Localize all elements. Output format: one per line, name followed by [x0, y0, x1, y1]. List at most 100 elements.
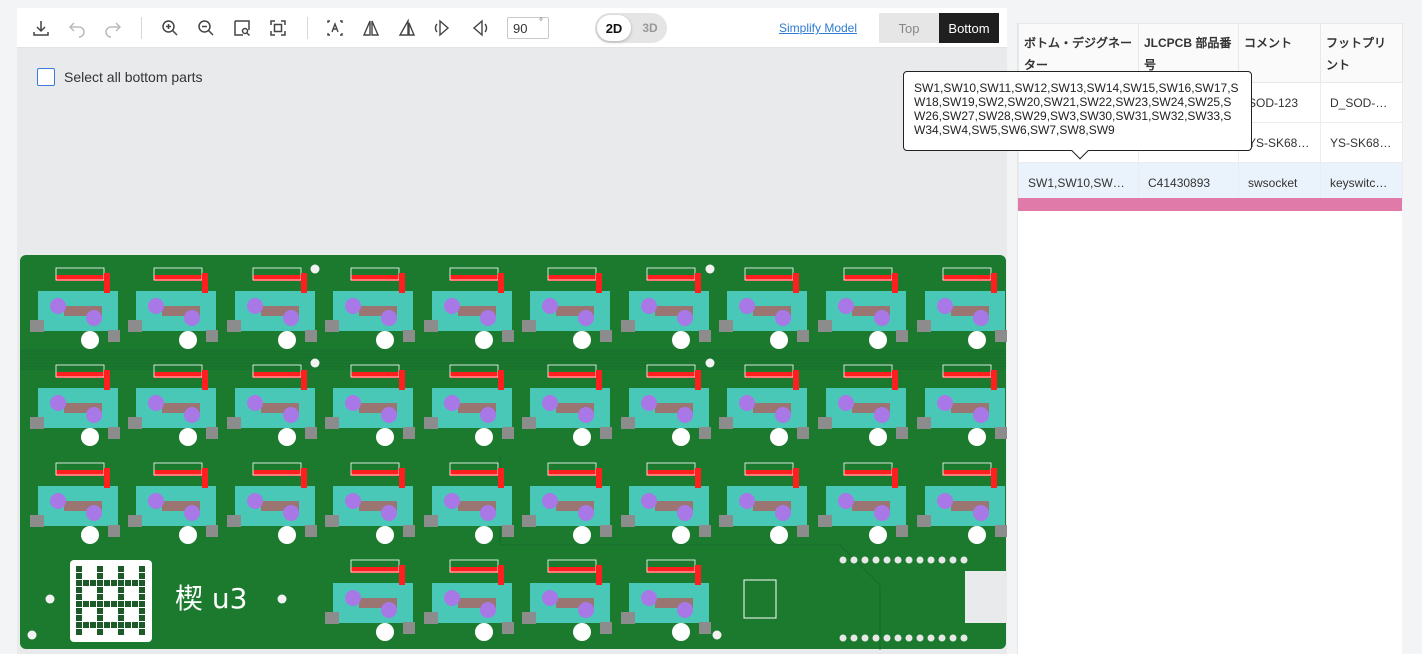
header-pin — [938, 634, 946, 642]
switch-hole — [247, 298, 263, 314]
select-all-checkbox[interactable] — [37, 68, 55, 86]
switch-hole — [874, 407, 890, 423]
switch-mount-hole — [179, 428, 197, 446]
switch-pad — [206, 427, 218, 439]
header-pin — [839, 556, 847, 564]
header-pin — [927, 556, 935, 564]
header-pin — [850, 634, 858, 642]
toolbar-divider — [141, 17, 142, 39]
header-pin — [883, 634, 891, 642]
select-all-bottom[interactable]: Select all bottom parts — [37, 68, 203, 86]
mounting-hole — [45, 594, 55, 604]
mounting-hole — [27, 630, 37, 640]
switch-pad — [108, 525, 120, 537]
text-toggle-icon[interactable] — [323, 16, 347, 40]
switch-hole — [739, 493, 755, 509]
switch-hole — [283, 407, 299, 423]
switch-hole — [641, 298, 657, 314]
switch-hole — [937, 298, 953, 314]
qr-module — [104, 601, 110, 607]
switch-hole — [480, 310, 496, 326]
qr-module — [76, 587, 82, 593]
switch-pad — [621, 515, 635, 527]
side-top-button[interactable]: Top — [879, 13, 939, 43]
switch-marker — [301, 370, 307, 390]
rotate-left-icon[interactable] — [431, 16, 455, 40]
view-mode-toggle[interactable]: 2D 3D — [595, 13, 667, 43]
switch-pad — [502, 525, 514, 537]
switch-hole — [381, 602, 397, 618]
switch-marker — [301, 468, 307, 488]
switch-pad — [995, 427, 1007, 439]
qr-module — [132, 580, 138, 586]
redo-icon[interactable] — [101, 16, 125, 40]
qr-module — [76, 573, 82, 579]
toolbar-divider — [307, 17, 308, 39]
rotation-input[interactable]: 90 ° — [507, 17, 549, 39]
zoom-out-icon[interactable] — [194, 16, 218, 40]
switch-marker — [301, 273, 307, 293]
simplify-model-link[interactable]: Simplify Model — [779, 21, 857, 35]
qr-module — [97, 608, 103, 614]
tooltip-text: SW1,SW10,SW11,SW12,SW13,SW14,SW15,SW16,S… — [914, 81, 1239, 137]
qr-module — [139, 629, 145, 635]
switch-pad — [699, 330, 711, 342]
switch-pad — [522, 612, 536, 624]
switch-hole — [677, 505, 693, 521]
side-bottom-button[interactable]: Bottom — [939, 13, 999, 43]
pcb-board[interactable]: 楔 u3 — [20, 255, 1007, 650]
switch-pad — [995, 525, 1007, 537]
switch-pad — [128, 417, 142, 429]
qr-module — [118, 615, 124, 621]
switch-marker — [202, 273, 208, 293]
zoom-in-icon[interactable] — [158, 16, 182, 40]
switch-hole — [86, 407, 102, 423]
header-pin — [850, 556, 858, 564]
switch-hole — [148, 298, 164, 314]
switch-marker — [399, 273, 405, 293]
view-2d-option[interactable]: 2D — [597, 15, 631, 41]
fit-view-icon[interactable] — [266, 16, 290, 40]
switch-hole — [578, 310, 594, 326]
qr-module — [97, 594, 103, 600]
table-row-selected[interactable]: SW1,SW10,SW1… C41430893 swsocket keyswit… — [1018, 162, 1403, 203]
switch-marker — [104, 370, 110, 390]
qr-module — [139, 622, 145, 628]
qr-module — [118, 629, 124, 635]
qr-module — [83, 622, 89, 628]
switch-mount-hole — [869, 526, 887, 544]
qr-module — [118, 594, 124, 600]
switch-mount-hole — [968, 526, 986, 544]
qr-module — [90, 580, 96, 586]
undo-icon[interactable] — [65, 16, 89, 40]
switch-hole — [937, 493, 953, 509]
flip-horizontal-icon[interactable] — [359, 16, 383, 40]
switch-pad — [403, 525, 415, 537]
header-pin — [960, 556, 968, 564]
qr-module — [97, 601, 103, 607]
switch-pad — [522, 320, 536, 332]
header-pin — [938, 556, 946, 564]
switch-hole — [739, 298, 755, 314]
switch-mount-hole — [81, 526, 99, 544]
switch-pad — [522, 417, 536, 429]
switch-mount-hole — [672, 526, 690, 544]
switch-mount-hole — [770, 526, 788, 544]
rotate-right-icon[interactable] — [467, 16, 491, 40]
pcb-viewer[interactable]: 90 ° 2D 3D Simplify Model Top Bottom Sel… — [17, 8, 1007, 654]
qr-module — [118, 566, 124, 572]
switch-hole — [775, 407, 791, 423]
view-3d-option[interactable]: 3D — [633, 15, 667, 41]
zoom-area-icon[interactable] — [230, 16, 254, 40]
switch-pad — [896, 525, 908, 537]
header-pin — [905, 556, 913, 564]
download-icon[interactable] — [29, 16, 53, 40]
flip-vertical-icon[interactable] — [395, 16, 419, 40]
qr-module — [104, 580, 110, 586]
header-footprint[interactable]: フットプリント — [1320, 23, 1403, 83]
qr-module — [118, 580, 124, 586]
switch-hole — [874, 505, 890, 521]
switch-pad — [719, 515, 733, 527]
qr-module — [139, 573, 145, 579]
switch-hole — [283, 505, 299, 521]
